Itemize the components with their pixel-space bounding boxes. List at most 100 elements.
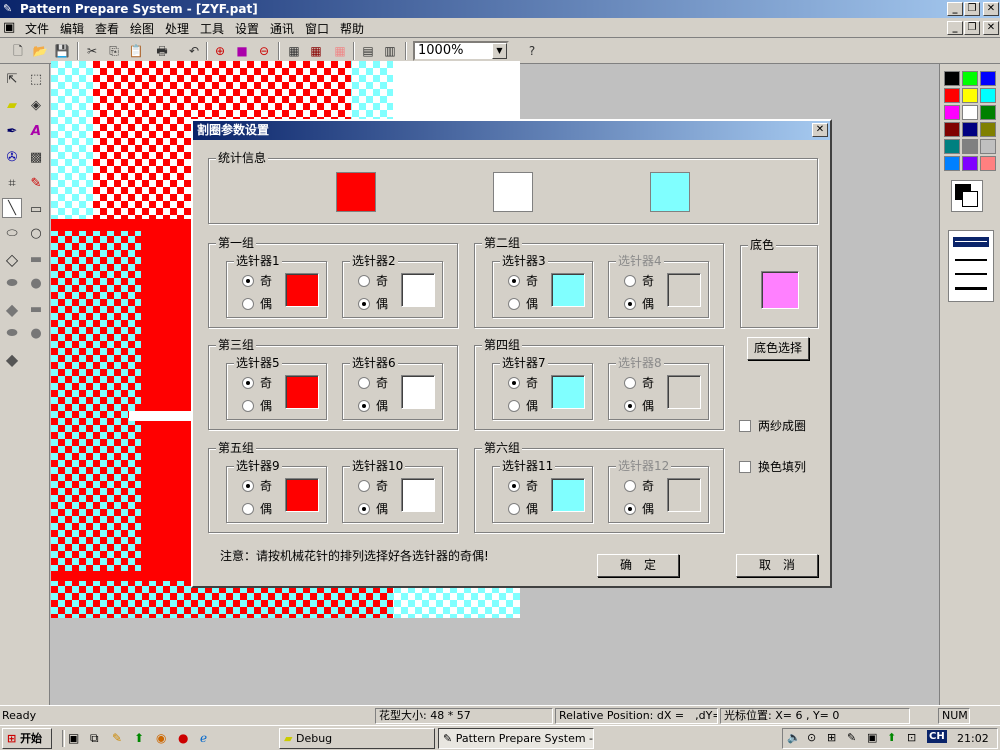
open-folder-icon[interactable]: 📂 bbox=[30, 41, 50, 61]
filled-circle-icon[interactable]: ● bbox=[26, 274, 46, 294]
grid-icon[interactable]: ▦ bbox=[284, 41, 304, 61]
even-radio[interactable]: 偶 bbox=[358, 298, 388, 310]
palette-swatch[interactable] bbox=[980, 156, 996, 171]
menu-help[interactable]: 帮助 bbox=[340, 20, 364, 37]
ok-button[interactable]: 确 定 bbox=[597, 554, 679, 577]
tray-icon[interactable]: ⊙ bbox=[807, 731, 816, 744]
odd-radio[interactable]: 奇 bbox=[358, 377, 388, 389]
radio-dot[interactable] bbox=[508, 298, 520, 310]
palette-swatch[interactable] bbox=[980, 122, 996, 137]
radio-dot[interactable] bbox=[358, 503, 370, 515]
palette-swatch[interactable] bbox=[944, 156, 960, 171]
palette-swatch[interactable] bbox=[944, 71, 960, 86]
odd-radio[interactable]: 奇 bbox=[624, 275, 654, 287]
diamond-icon[interactable]: ◇ bbox=[2, 250, 22, 270]
selector-color-swatch[interactable] bbox=[667, 478, 701, 512]
radio-dot[interactable] bbox=[358, 377, 370, 389]
palette-swatch[interactable] bbox=[962, 105, 978, 120]
line-width-1[interactable] bbox=[955, 241, 987, 242]
radio-dot[interactable] bbox=[624, 400, 636, 412]
palette-swatch[interactable] bbox=[944, 122, 960, 137]
eyedropper-icon[interactable]: ✒ bbox=[2, 122, 22, 142]
chart-icon[interactable]: ▥ bbox=[380, 41, 400, 61]
menu-view[interactable]: 查看 bbox=[95, 20, 119, 37]
radio-dot[interactable] bbox=[242, 400, 254, 412]
selector-color-swatch[interactable] bbox=[401, 478, 435, 512]
selector-color-swatch[interactable] bbox=[285, 478, 319, 512]
grid-light-icon[interactable]: ▦ bbox=[330, 41, 350, 61]
pencil-icon[interactable]: ✎ bbox=[26, 174, 46, 194]
undo-icon[interactable]: ↶ bbox=[184, 41, 204, 61]
even-radio[interactable]: 偶 bbox=[624, 503, 654, 515]
odd-radio[interactable]: 奇 bbox=[358, 275, 388, 287]
select-arrow-icon[interactable]: ⇱ bbox=[2, 70, 22, 90]
palette-swatch[interactable] bbox=[980, 88, 996, 103]
even-radio[interactable]: 偶 bbox=[242, 298, 272, 310]
radio-dot[interactable] bbox=[624, 480, 636, 492]
radio-dot[interactable] bbox=[358, 480, 370, 492]
menu-edit[interactable]: 编辑 bbox=[60, 20, 84, 37]
quick-launch-icon[interactable]: ⬆ bbox=[134, 731, 144, 745]
radio-dot[interactable] bbox=[624, 298, 636, 310]
zoom-fit-icon[interactable]: ■ bbox=[232, 41, 252, 61]
quick-launch-icon[interactable]: ◉ bbox=[156, 731, 166, 745]
spray-icon[interactable]: ✇ bbox=[2, 148, 22, 168]
even-radio[interactable]: 偶 bbox=[242, 503, 272, 515]
dialog-close-button[interactable]: ✕ bbox=[812, 123, 828, 137]
even-radio[interactable]: 偶 bbox=[624, 298, 654, 310]
filled-rectangle-icon[interactable]: ▬ bbox=[26, 250, 46, 270]
filled-diamond-2-icon[interactable]: ◆ bbox=[2, 350, 22, 370]
cut-icon[interactable]: ✂ bbox=[82, 41, 102, 61]
base-color-select-button[interactable]: 底色选择 bbox=[747, 337, 809, 360]
pattern-fill-icon[interactable]: ▩ bbox=[26, 148, 46, 168]
language-indicator[interactable]: CH bbox=[927, 730, 947, 743]
filled-ellipse-2-icon[interactable]: ⬬ bbox=[2, 324, 22, 344]
line-width-3[interactable] bbox=[955, 273, 987, 275]
help-icon[interactable]: ? bbox=[522, 41, 542, 61]
radio-dot[interactable] bbox=[508, 275, 520, 287]
selector-color-swatch[interactable] bbox=[285, 375, 319, 409]
text-tool-icon[interactable]: A bbox=[26, 122, 46, 142]
even-radio[interactable]: 偶 bbox=[508, 298, 538, 310]
select-rect-icon[interactable]: ⬚ bbox=[26, 70, 46, 90]
radio-dot[interactable] bbox=[242, 298, 254, 310]
palette-swatch[interactable] bbox=[962, 139, 978, 154]
menu-process[interactable]: 处理 bbox=[165, 20, 189, 37]
zoom-select[interactable]: 1000% ▼ bbox=[413, 41, 509, 61]
quick-launch-icon[interactable]: ✎ bbox=[112, 731, 122, 745]
odd-radio[interactable]: 奇 bbox=[624, 377, 654, 389]
palette-swatch[interactable] bbox=[980, 105, 996, 120]
menu-window[interactable]: 窗口 bbox=[305, 20, 329, 37]
radio-dot[interactable] bbox=[242, 275, 254, 287]
tray-icon[interactable]: ▣ bbox=[867, 731, 877, 744]
selector-color-swatch[interactable] bbox=[667, 375, 701, 409]
selector-color-swatch[interactable] bbox=[551, 273, 585, 307]
copy-icon[interactable]: ⎘ bbox=[104, 41, 124, 61]
odd-radio[interactable]: 奇 bbox=[508, 480, 538, 492]
radio-dot[interactable] bbox=[358, 400, 370, 412]
zoom-in-icon[interactable]: ⊕ bbox=[210, 41, 230, 61]
grid-color-icon[interactable]: ▦ bbox=[306, 41, 326, 61]
palette-swatch[interactable] bbox=[980, 71, 996, 86]
selector-color-swatch[interactable] bbox=[551, 478, 585, 512]
filled-circle-2-icon[interactable]: ● bbox=[26, 324, 46, 344]
current-color-box[interactable] bbox=[951, 180, 983, 212]
crop-icon[interactable]: ⌗ bbox=[2, 174, 22, 194]
color-fill-checkbox[interactable]: 换色填列 bbox=[739, 461, 806, 474]
selector-color-swatch[interactable] bbox=[667, 273, 701, 307]
checkbox-box[interactable] bbox=[739, 461, 751, 473]
tray-icon[interactable]: ✎ bbox=[847, 731, 856, 744]
tray-icon[interactable]: ⊡ bbox=[907, 731, 916, 744]
selector-color-swatch[interactable] bbox=[401, 375, 435, 409]
rectangle-icon[interactable]: ▭ bbox=[26, 200, 46, 220]
palette-swatch[interactable] bbox=[962, 156, 978, 171]
selector-color-swatch[interactable] bbox=[285, 273, 319, 307]
minimize-button[interactable]: _ bbox=[947, 2, 963, 16]
menu-settings[interactable]: 设置 bbox=[235, 20, 259, 37]
radio-dot[interactable] bbox=[358, 275, 370, 287]
odd-radio[interactable]: 奇 bbox=[508, 275, 538, 287]
maximize-button[interactable]: ❐ bbox=[964, 2, 980, 16]
radio-dot[interactable] bbox=[508, 400, 520, 412]
child-minimize-button[interactable]: _ bbox=[947, 21, 963, 35]
even-radio[interactable]: 偶 bbox=[624, 400, 654, 412]
